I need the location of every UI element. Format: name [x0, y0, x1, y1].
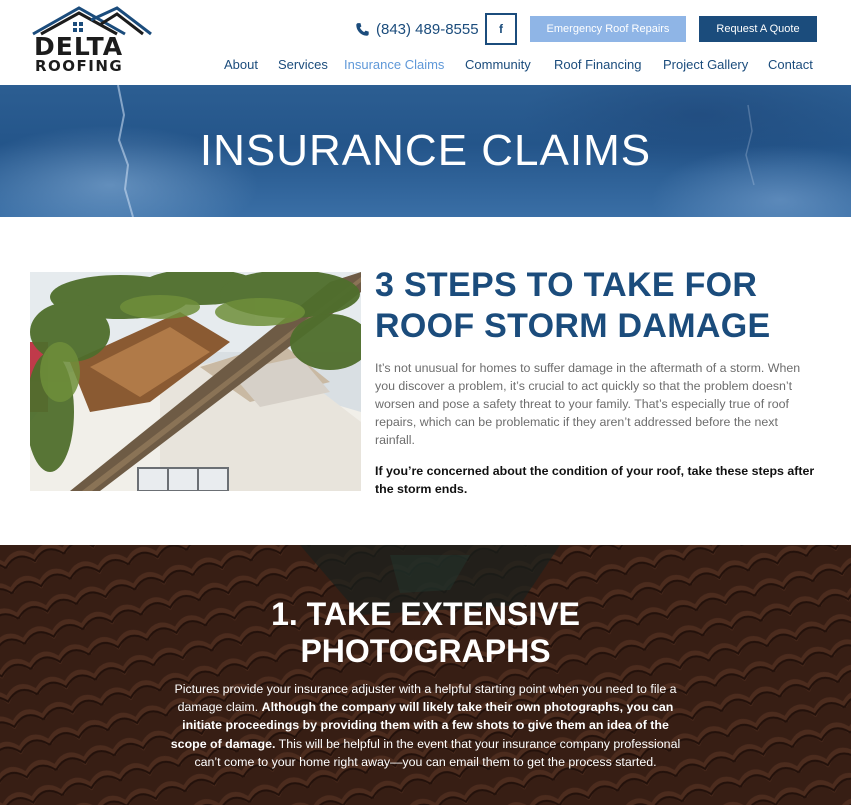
hero-banner: INSURANCE CLAIMS: [0, 85, 851, 217]
intro-bold-text: If you’re concerned about the condition …: [375, 464, 815, 496]
facebook-icon: f: [499, 22, 503, 36]
heading-line-2: ROOF STORM DAMAGE: [375, 307, 771, 345]
phone-icon: [356, 22, 369, 36]
step-1-title: 1. TAKE EXTENSIVE PHOTOGRAPHS: [0, 596, 851, 670]
emergency-roof-repairs-button[interactable]: Emergency Roof Repairs: [530, 16, 686, 42]
nav-roof-financing[interactable]: Roof Financing: [554, 57, 641, 72]
nav-about[interactable]: About: [224, 57, 258, 72]
heading-line-1: 3 STEPS TO TAKE FOR: [375, 266, 758, 304]
step-1-section: 1. TAKE EXTENSIVE PHOTOGRAPHS Pictures p…: [0, 545, 851, 805]
storm-damage-photo: [30, 272, 361, 491]
phone-link[interactable]: (843) 489-8555: [355, 17, 479, 41]
logo-text-roofing: ROOFING: [35, 57, 124, 75]
request-quote-button[interactable]: Request A Quote: [699, 16, 817, 42]
nav-community[interactable]: Community: [465, 57, 531, 72]
nav-contact[interactable]: Contact: [768, 57, 813, 72]
fallen-tree-image: [30, 272, 361, 491]
delta-roofing-logo[interactable]: DELTA ROOFING: [31, 6, 153, 74]
step-title-line-2: PHOTOGRAPHS: [300, 633, 551, 669]
nav-services[interactable]: Services: [278, 57, 328, 72]
facebook-button[interactable]: f: [485, 13, 517, 45]
intro-paragraph: It’s not unusual for homes to suffer dam…: [375, 361, 801, 447]
site-header: DELTA ROOFING (843) 489-8555 f Emergency…: [0, 0, 851, 85]
page-title: INSURANCE CLAIMS: [199, 126, 652, 175]
step-title-line-1: 1. TAKE EXTENSIVE: [271, 596, 580, 632]
nav-insurance-claims[interactable]: Insurance Claims: [344, 57, 444, 72]
phone-number: (843) 489-8555: [376, 20, 479, 38]
logo-text-delta: DELTA: [34, 32, 124, 61]
nav-project-gallery[interactable]: Project Gallery: [663, 57, 748, 72]
step-1-text: Pictures provide your insurance adjuster…: [170, 680, 681, 771]
section-heading: 3 STEPS TO TAKE FOR ROOF STORM DAMAGE: [375, 265, 825, 347]
